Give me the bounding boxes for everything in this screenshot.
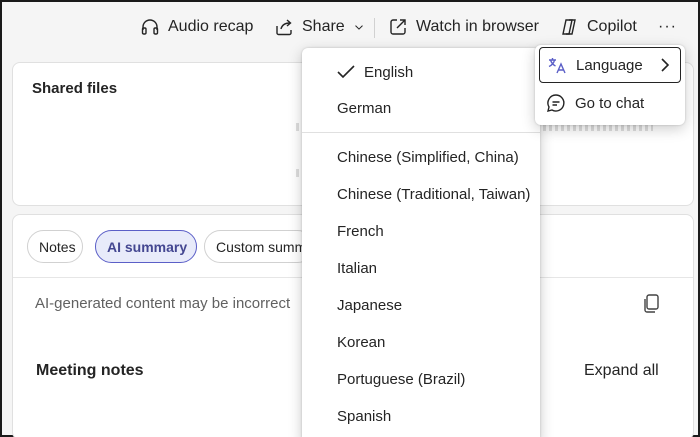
shared-files-title: Shared files	[32, 80, 118, 97]
menu-item-language[interactable]: Language	[539, 47, 681, 83]
watch-in-browser-button[interactable]: Watch in browser	[388, 14, 539, 40]
more-options-icon: ···	[658, 18, 677, 35]
share-icon	[276, 19, 292, 36]
tab-notes[interactable]: Notes	[27, 230, 83, 263]
more-options-button[interactable]: ···	[658, 14, 677, 40]
meeting-notes-title: Meeting notes	[36, 362, 144, 379]
language-option-chinese-traditional[interactable]: Chinese (Traditional, Taiwan)	[302, 177, 540, 211]
menu-item-go-to-chat[interactable]: Go to chat	[539, 85, 681, 121]
watch-in-browser-label: Watch in browser	[416, 18, 539, 35]
menu-divider	[302, 132, 540, 133]
ai-disclaimer: AI-generated content may be incorrect	[35, 295, 291, 312]
more-options-menu: Language Go to chat	[535, 45, 685, 125]
copy-button[interactable]	[641, 292, 663, 316]
toolbar-divider	[374, 18, 375, 38]
language-option-french[interactable]: French	[302, 214, 540, 248]
audio-recap-label: Audio recap	[168, 18, 254, 35]
open-external-icon	[390, 19, 406, 35]
copilot-icon	[562, 19, 576, 35]
language-option-german[interactable]: German	[302, 91, 540, 125]
language-option-spanish[interactable]: Spanish	[302, 399, 540, 433]
tab-notes-label: Notes	[39, 238, 76, 255]
audio-recap-button[interactable]: Audio recap	[140, 14, 253, 40]
chevron-down-icon	[355, 25, 363, 30]
language-option-label: Chinese (Traditional, Taiwan)	[337, 185, 531, 203]
tab-custom-summary-label: Custom summ	[216, 238, 307, 255]
language-option-label: Korean	[337, 333, 386, 351]
tab-ai-summary-label: AI summary	[107, 238, 188, 255]
language-option-korean[interactable]: Korean	[302, 325, 540, 359]
language-submenu: English German Chinese (Simplified, Chin…	[302, 48, 540, 437]
language-option-italian[interactable]: Italian	[302, 251, 540, 285]
language-option-label: Portuguese (Brazil)	[337, 370, 466, 388]
language-option-portuguese-brazil[interactable]: Portuguese (Brazil)	[302, 362, 540, 396]
language-option-label: Chinese (Simplified, China)	[337, 148, 519, 166]
copilot-button[interactable]: Copilot	[559, 14, 637, 40]
language-option-japanese[interactable]: Japanese	[302, 288, 540, 322]
language-option-label: Spanish	[337, 407, 392, 425]
language-option-chinese-simplified[interactable]: Chinese (Simplified, China)	[302, 140, 540, 174]
expand-all-button[interactable]: Expand all	[584, 362, 659, 380]
language-option-label: Japanese	[337, 296, 403, 314]
share-label: Share	[302, 18, 345, 35]
headphones-icon	[141, 19, 159, 35]
menu-item-language-label: Language	[576, 56, 643, 74]
menu-item-go-to-chat-label: Go to chat	[575, 94, 645, 112]
share-options-button[interactable]	[352, 14, 366, 40]
tab-custom-summary[interactable]: Custom summ	[204, 230, 314, 263]
share-button[interactable]: Share	[274, 14, 345, 40]
translate-icon	[548, 58, 566, 74]
copy-icon	[644, 294, 659, 313]
language-option-label: Italian	[337, 259, 378, 277]
language-option-label: German	[337, 99, 392, 117]
tab-ai-summary[interactable]: AI summary	[95, 230, 197, 263]
language-option-english[interactable]: English	[302, 55, 540, 89]
language-option-label: English	[364, 63, 414, 81]
chat-icon	[547, 94, 565, 112]
language-option-label: French	[337, 222, 384, 240]
copilot-label: Copilot	[587, 18, 637, 35]
chevron-right-icon	[661, 58, 670, 72]
